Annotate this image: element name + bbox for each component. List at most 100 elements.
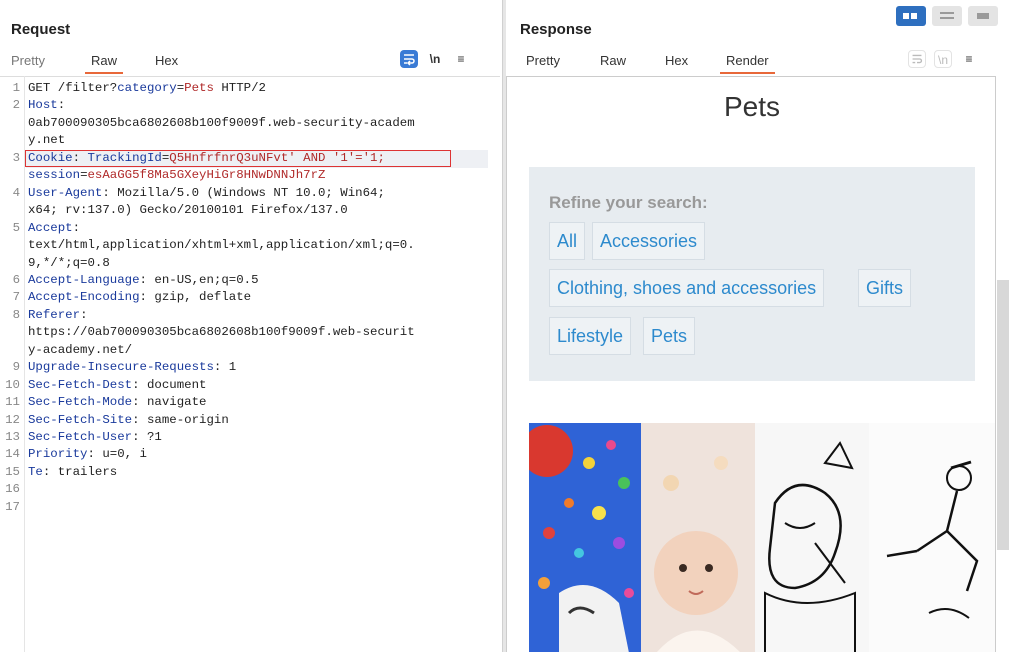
line-number: 1 xyxy=(12,81,20,95)
editor-line: y-academy.net/ xyxy=(0,343,500,361)
line-number: 6 xyxy=(12,272,20,287)
line-text: GET /filter?category=Pets HTTP/2 xyxy=(28,81,266,95)
line-text: Sec-Fetch-Site: same-origin xyxy=(28,412,229,427)
line-number: 7 xyxy=(12,290,20,305)
filter-link-clothing[interactable]: Clothing, shoes and accessories xyxy=(549,269,825,307)
editor-line: 9 Upgrade-Insecure-Requests: 1 xyxy=(0,360,500,378)
editor-line: 15 Te: trailers xyxy=(0,465,500,483)
editor-line: 0ab700090305bca6802608b100f9009f.web-sec… xyxy=(0,116,500,134)
line-text: x64; rv:137.0) Gecko/20100101 Firefox/13… xyxy=(28,203,348,218)
menu-icon[interactable]: ≡ xyxy=(960,50,978,68)
line-text: Priority: u=0, i xyxy=(28,447,147,462)
tab-raw[interactable]: Raw xyxy=(84,52,124,74)
editor-line: 8 Referer: xyxy=(0,308,500,326)
filter-link-lifestyle[interactable]: Lifestyle xyxy=(549,317,632,355)
editor-line: 4 User-Agent: Mozilla/5.0 (Windows NT 10.… xyxy=(0,186,500,204)
filter-link-all[interactable]: All xyxy=(549,222,586,260)
product-image-sketch-face[interactable] xyxy=(755,423,869,652)
line-number: 10 xyxy=(5,377,20,392)
editor-line: session=esAaGG5f8Ma5GXeyHiGr8HNwDNNJh7rZ xyxy=(0,168,500,186)
filter-link-pets[interactable]: Pets xyxy=(643,317,696,355)
line-text: Accept-Encoding: gzip, deflate xyxy=(28,290,252,305)
editor-line: 13 Sec-Fetch-User: ?1 xyxy=(0,430,500,448)
wrap-lines-icon xyxy=(908,50,926,68)
product-image-baby[interactable] xyxy=(641,423,755,652)
line-text: Sec-Fetch-Mode: navigate xyxy=(28,395,207,410)
editor-line: 5 Accept: xyxy=(0,221,500,239)
editor-line: 10 Sec-Fetch-Dest: document xyxy=(0,378,500,396)
line-number: 9 xyxy=(12,360,20,375)
response-title: Response xyxy=(520,21,592,38)
layout-switcher xyxy=(896,6,1000,26)
tab-render[interactable]: Render xyxy=(720,52,775,74)
response-pane: Response Pretty Raw Hex Render \n ≡ Pets… xyxy=(506,0,1010,652)
product-image-sketch-runner[interactable] xyxy=(869,423,995,652)
editor-line: 1 GET /filter?category=Pets HTTP/2 xyxy=(0,81,500,99)
line-text: y.net xyxy=(28,133,66,148)
editor-line: 7 Accept-Encoding: gzip, deflate xyxy=(0,290,500,308)
editor-line: 3 Cookie: TrackingId=Q5HnfrfnrQ3uNFvt' AN… xyxy=(0,151,500,169)
editor-line: 14 Priority: u=0, i xyxy=(0,447,500,465)
line-text: session=esAaGG5f8Ma5GXeyHiGr8HNwDNNJh7rZ xyxy=(28,168,326,183)
line-text: Accept: xyxy=(28,220,81,235)
line-number: 17 xyxy=(5,499,20,514)
line-text: Upgrade-Insecure-Requests: 1 xyxy=(28,360,237,375)
line-text: y-academy.net/ xyxy=(28,342,133,357)
line-number: 16 xyxy=(5,482,20,497)
refine-label: Refine your search: xyxy=(549,193,708,212)
filter-link-gifts[interactable]: Gifts xyxy=(858,269,912,307)
menu-icon[interactable]: ≡ xyxy=(452,50,470,68)
line-text: Accept-Language: en-US,en;q=0.5 xyxy=(28,272,259,287)
editor-line: 17 xyxy=(0,500,500,518)
line-number: 5 xyxy=(12,220,20,235)
line-number: 11 xyxy=(5,395,20,410)
editor-line: 11 Sec-Fetch-Mode: navigate xyxy=(0,395,500,413)
product-images xyxy=(529,423,995,652)
render-scrollbar[interactable] xyxy=(997,280,1009,550)
editor-line: y.net xyxy=(0,133,500,151)
line-number: 15 xyxy=(5,464,20,479)
line-number: 14 xyxy=(5,447,20,462)
request-title: Request xyxy=(11,21,71,38)
layout-side-by-side-icon[interactable] xyxy=(896,6,926,26)
editor-line: 2 Host: xyxy=(0,98,500,116)
editor-line: x64; rv:137.0) Gecko/20100101 Firefox/13… xyxy=(0,203,500,221)
editor-line: 16 xyxy=(0,482,500,500)
line-number: 3 xyxy=(12,150,20,165)
tab-pretty[interactable]: Pretty xyxy=(526,52,560,74)
line-text: https://0ab700090305bca6802608b100f9009f… xyxy=(28,325,415,340)
line-text: 9,*/*;q=0.8 xyxy=(28,255,110,270)
refine-panel: Refine your search: All Accessories Clot… xyxy=(529,167,975,381)
line-text: Te: trailers xyxy=(28,464,118,479)
tab-hex[interactable]: Hex xyxy=(155,52,178,74)
line-text: text/html,application/xhtml+xml,applicat… xyxy=(28,238,415,253)
line-number: 4 xyxy=(12,185,20,200)
tab-raw[interactable]: Raw xyxy=(600,52,626,74)
editor-line: 12 Sec-Fetch-Site: same-origin xyxy=(0,413,500,431)
tab-pretty[interactable]: Pretty xyxy=(11,52,45,74)
newline-toggle[interactable]: \n xyxy=(426,50,444,68)
editor-line: 6 Accept-Language: en-US,en;q=0.5 xyxy=(0,273,500,291)
page-title: Pets xyxy=(723,91,781,122)
line-text: User-Agent: Mozilla/5.0 (Windows NT 10.0… xyxy=(28,185,385,200)
line-text: Referer: xyxy=(28,307,88,322)
product-image-balloons[interactable] xyxy=(529,423,641,652)
line-number: 12 xyxy=(5,412,20,427)
editor-line: https://0ab700090305bca6802608b100f9009f… xyxy=(0,325,500,343)
line-number: 8 xyxy=(12,307,20,322)
editor-line: text/html,application/xhtml+xml,applicat… xyxy=(0,238,500,256)
line-text: Host: xyxy=(28,98,66,113)
layout-single-icon[interactable] xyxy=(968,6,998,26)
wrap-lines-icon[interactable] xyxy=(400,50,418,68)
tab-hex[interactable]: Hex xyxy=(665,52,688,74)
newline-toggle: \n xyxy=(934,50,952,68)
filter-link-accessories[interactable]: Accessories xyxy=(592,222,706,260)
layout-horizontal-icon[interactable] xyxy=(932,6,962,26)
line-text: Cookie: TrackingId=Q5HnfrfnrQ3uNFvt' AND… xyxy=(28,150,385,165)
line-text: 0ab700090305bca6802608b100f9009f.web-sec… xyxy=(28,115,415,130)
line-number: 2 xyxy=(12,98,20,113)
line-text: Sec-Fetch-User: ?1 xyxy=(28,430,162,444)
request-pane: Request Pretty Raw Hex \n ≡ 1 GET /filter… xyxy=(0,0,502,653)
render-view: Pets Refine your search: All Accessories… xyxy=(506,76,996,652)
editor-line: 9,*/*;q=0.8 xyxy=(0,256,500,274)
